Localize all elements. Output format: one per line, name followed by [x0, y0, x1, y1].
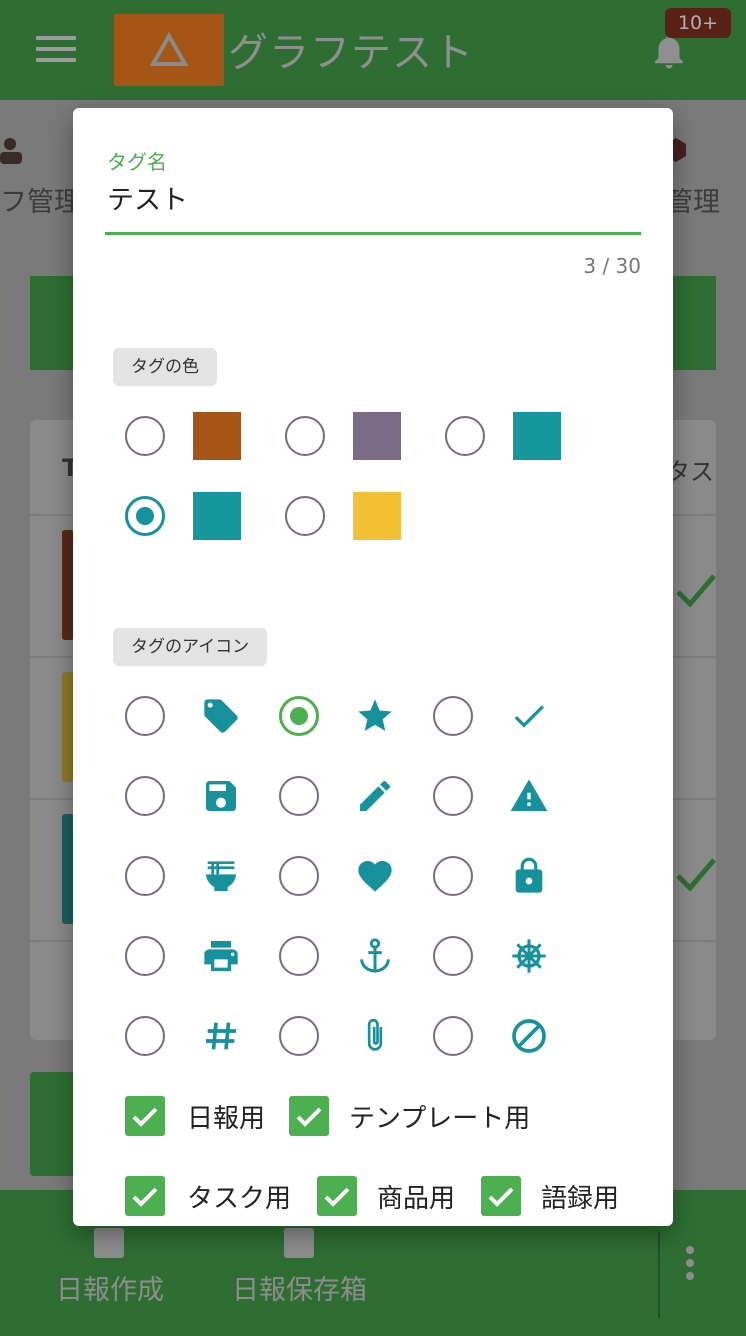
color-swatch-5[interactable] — [353, 492, 401, 540]
usage-label-quotes: 語録用 — [541, 1184, 620, 1214]
usage-label-template: テンプレート用 — [349, 1104, 531, 1134]
icon-radio-check[interactable] — [433, 696, 473, 736]
ramen-bowl-icon[interactable] — [201, 856, 241, 896]
block-icon[interactable] — [509, 1016, 549, 1056]
color-radio-3[interactable] — [445, 416, 485, 456]
ship-wheel-icon[interactable] — [509, 936, 549, 976]
icon-radio-heart[interactable] — [279, 856, 319, 896]
usage-label-product: 商品用 — [377, 1184, 456, 1214]
color-radio-1[interactable] — [125, 416, 165, 456]
manage-label: 管理 — [666, 187, 720, 218]
warning-icon[interactable] — [509, 776, 549, 816]
icon-radio-tag[interactable] — [125, 696, 165, 736]
icon-radio-block[interactable] — [433, 1016, 473, 1056]
character-counter: 3 / 30 — [583, 254, 641, 278]
usage-checkbox-template[interactable] — [289, 1096, 329, 1136]
create-report-nav[interactable]: 日報作成 — [56, 1268, 164, 1307]
more-vert-icon[interactable] — [686, 1246, 698, 1285]
tag-icon[interactable] — [201, 696, 241, 736]
usage-label-task: タスク用 — [187, 1184, 292, 1214]
pencil-icon[interactable] — [355, 776, 395, 816]
app-logo[interactable] — [114, 14, 224, 86]
saved-reports-nav[interactable]: 日報保存箱 — [232, 1268, 367, 1307]
check-icon[interactable] — [509, 696, 549, 736]
staff-icon — [0, 138, 22, 164]
color-radio-4[interactable] — [125, 496, 165, 536]
tag-color-heading: タグの色 — [113, 348, 217, 386]
tag-name-underline — [105, 232, 641, 235]
nav-divider — [658, 1232, 660, 1318]
icon-radio-paperclip[interactable] — [279, 1016, 319, 1056]
printer-icon[interactable] — [201, 936, 241, 976]
color-swatch-3[interactable] — [513, 412, 561, 460]
icon-radio-printer[interactable] — [125, 936, 165, 976]
tag-name-input[interactable]: テスト — [107, 178, 188, 217]
star-icon[interactable] — [355, 696, 395, 736]
color-swatch-4[interactable] — [193, 492, 241, 540]
app-bar: グラフテスト 10+ — [0, 0, 746, 100]
icon-radio-warning[interactable] — [433, 776, 473, 816]
tag-name-label: タグ名 — [107, 150, 167, 174]
icon-radio-save[interactable] — [125, 776, 165, 816]
table-header-last: タス — [666, 458, 714, 486]
icon-radio-star[interactable] — [279, 696, 319, 736]
icon-radio-anchor[interactable] — [279, 936, 319, 976]
tag-icon-heading: タグのアイコン — [113, 628, 268, 666]
menu-icon[interactable] — [36, 36, 76, 66]
color-swatch-2[interactable] — [353, 412, 401, 460]
icon-radio-hashtag[interactable] — [125, 1016, 165, 1056]
color-radio-2[interactable] — [285, 416, 325, 456]
app-title: グラフテスト — [228, 30, 474, 76]
icon-radio-wheel[interactable] — [433, 936, 473, 976]
download-box-icon — [284, 1228, 314, 1258]
check-icon — [676, 858, 716, 892]
icon-radio-pencil[interactable] — [279, 776, 319, 816]
paperclip-icon[interactable] — [355, 1016, 395, 1056]
staff-manage-label: フ管理 — [0, 187, 81, 218]
tag-edit-dialog: タグ名 テスト 3 / 30 タグの色 タグのアイコン 日報用 テンプレート用 … — [73, 108, 673, 1226]
icon-radio-ramen[interactable] — [125, 856, 165, 896]
usage-label-report: 日報用 — [187, 1104, 266, 1134]
color-swatch-1[interactable] — [193, 412, 241, 460]
usage-checkbox-report[interactable] — [125, 1096, 165, 1136]
usage-checkbox-product[interactable] — [317, 1176, 357, 1216]
check-icon — [676, 574, 716, 608]
anchor-icon[interactable] — [355, 936, 395, 976]
usage-checkbox-quotes[interactable] — [481, 1176, 521, 1216]
usage-checkbox-task[interactable] — [125, 1176, 165, 1216]
save-icon[interactable] — [201, 776, 241, 816]
color-radio-5[interactable] — [285, 496, 325, 536]
hashtag-icon[interactable] — [201, 1016, 241, 1056]
notification-badge: 10+ — [665, 8, 731, 38]
triangle-logo-icon — [149, 32, 189, 66]
lock-icon[interactable] — [509, 856, 549, 896]
icon-radio-lock[interactable] — [433, 856, 473, 896]
add-report-icon — [94, 1228, 124, 1258]
heart-icon[interactable] — [355, 856, 395, 896]
